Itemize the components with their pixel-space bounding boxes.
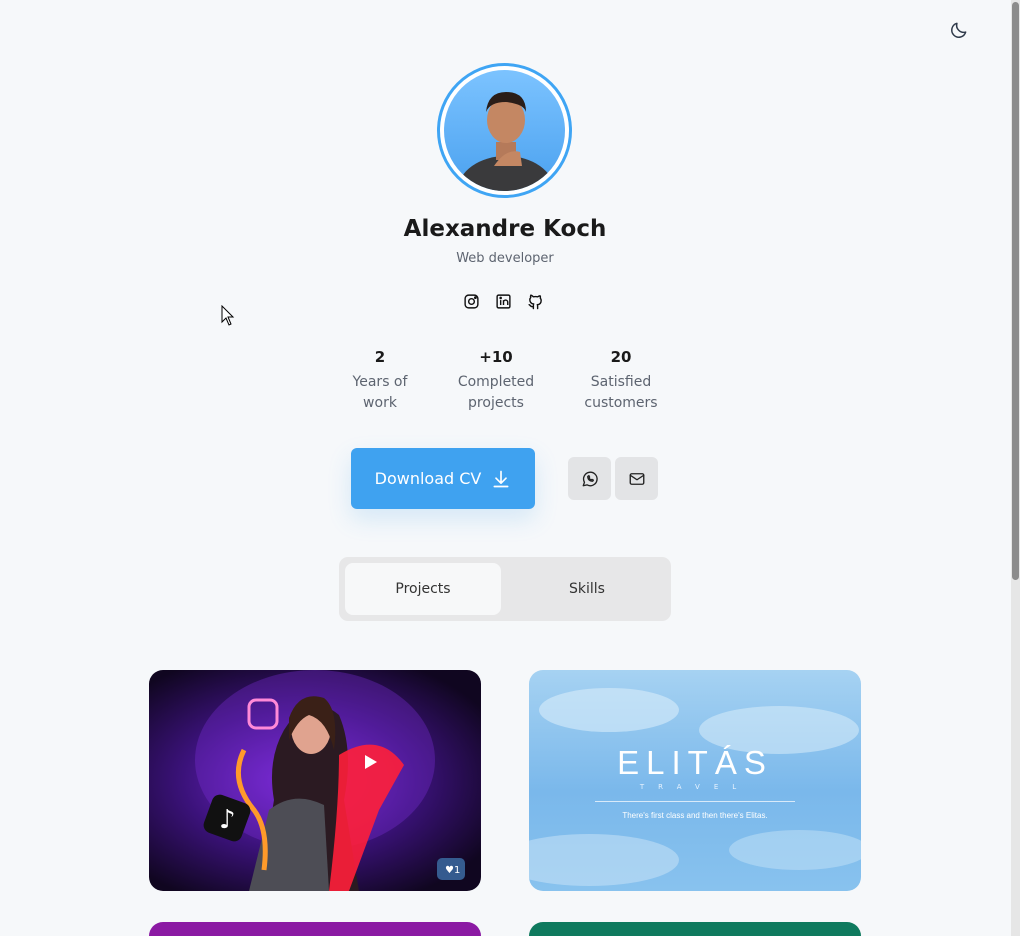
mouse-cursor-icon bbox=[221, 305, 235, 326]
moon-icon bbox=[951, 22, 967, 38]
scrollbar-thumb[interactable] bbox=[1012, 2, 1019, 580]
project-card-4[interactable] bbox=[529, 922, 861, 936]
linkedin-link[interactable] bbox=[494, 292, 512, 310]
stat-projects: +10 Completed projects bbox=[436, 348, 556, 414]
mail-icon bbox=[629, 472, 644, 485]
tab-bar: Projects Skills bbox=[339, 557, 671, 621]
divider bbox=[595, 801, 795, 802]
instagram-link[interactable] bbox=[462, 292, 480, 310]
whatsapp-button[interactable] bbox=[568, 457, 611, 500]
stat-years: 2 Years of work bbox=[320, 348, 440, 414]
avatar-ring bbox=[437, 63, 572, 198]
linkedin-icon bbox=[495, 293, 511, 309]
stat-label: Years of work bbox=[320, 372, 440, 414]
stat-label-line2: customers bbox=[584, 395, 658, 411]
stat-label-line2: work bbox=[363, 395, 397, 411]
svg-text:♪: ♪ bbox=[219, 805, 236, 835]
avatar-portrait bbox=[458, 92, 554, 191]
stat-value: 2 bbox=[374, 348, 386, 366]
project-card-social-media[interactable]: ♪ ♥1 bbox=[149, 670, 481, 891]
avatar bbox=[444, 70, 565, 191]
elitas-logo-text: ELITÁS bbox=[617, 744, 773, 781]
whatsapp-icon bbox=[582, 471, 598, 486]
stat-label-line1: Completed bbox=[457, 374, 535, 390]
stat-customers: 20 Satisfied customers bbox=[561, 348, 681, 414]
download-cv-label: Download CV bbox=[374, 469, 482, 488]
elitas-tagline: There's first class and then there's Eli… bbox=[622, 811, 768, 820]
github-link[interactable] bbox=[526, 292, 544, 310]
scrollbar[interactable] bbox=[1011, 0, 1020, 936]
tab-projects[interactable]: Projects bbox=[345, 563, 501, 615]
social-links bbox=[462, 292, 544, 310]
stat-value: +10 bbox=[479, 348, 513, 366]
theme-toggle-button[interactable] bbox=[946, 17, 972, 43]
stat-label: Satisfied customers bbox=[561, 372, 681, 414]
profile-name: Alexandre Koch bbox=[403, 216, 607, 242]
profile-role: Web developer bbox=[456, 251, 554, 266]
stat-label: Completed projects bbox=[436, 372, 556, 414]
project-card-elitas[interactable]: ELITÁS TRAVEL There's first class and th… bbox=[529, 670, 861, 891]
tab-skills[interactable]: Skills bbox=[509, 563, 665, 615]
stat-label-line1: Satisfied bbox=[590, 374, 652, 390]
stat-label-line2: projects bbox=[468, 395, 524, 411]
stat-label-line1: Years of bbox=[352, 374, 408, 390]
github-icon bbox=[527, 293, 542, 309]
download-icon bbox=[493, 470, 509, 487]
email-button[interactable] bbox=[615, 457, 658, 500]
instagram-icon bbox=[463, 293, 479, 309]
svg-text:♥1: ♥1 bbox=[445, 865, 460, 876]
project-thumbnail: ♪ ♥1 bbox=[195, 670, 465, 891]
elitas-subtitle: TRAVEL bbox=[639, 783, 751, 791]
stat-value: 20 bbox=[610, 348, 632, 366]
project-card-3[interactable] bbox=[149, 922, 481, 936]
download-cv-button[interactable]: Download CV bbox=[351, 448, 535, 509]
